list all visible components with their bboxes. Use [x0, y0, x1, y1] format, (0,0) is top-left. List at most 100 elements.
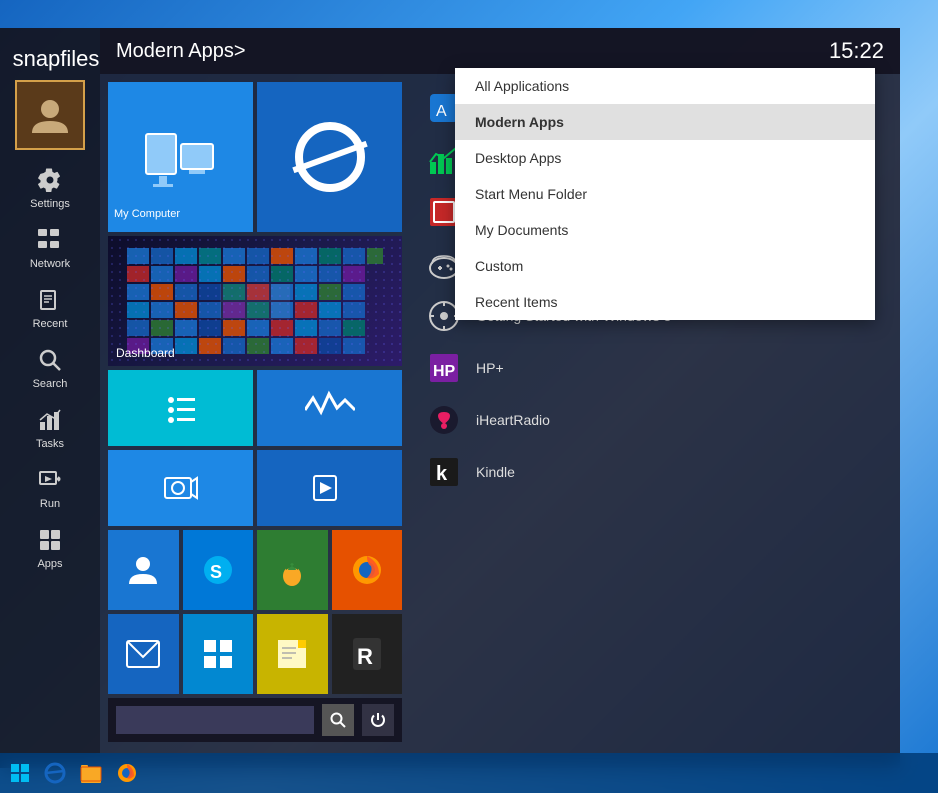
taskbar-ie-icon: [44, 762, 66, 784]
dropdown-item-all-applications[interactable]: All Applications: [455, 68, 875, 104]
tile-pineapple[interactable]: [257, 530, 328, 610]
my-computer-label: My Computer: [108, 204, 186, 224]
dropdown-item-start-menu-folder[interactable]: Start Menu Folder: [455, 176, 875, 212]
app-title: snapfiles: [1, 36, 100, 72]
my-computer-tile-group: My Computer: [108, 82, 402, 232]
search-input[interactable]: [116, 706, 314, 734]
tile-skype[interactable]: S: [183, 530, 254, 610]
tile-rimage[interactable]: R: [332, 614, 403, 694]
dropdown-item-custom[interactable]: Custom: [455, 248, 875, 284]
dropdown-item-my-documents[interactable]: My Documents: [455, 212, 875, 248]
sidebar-item-search[interactable]: Search: [0, 336, 100, 396]
recent-label: Recent: [33, 318, 68, 330]
taskbar: [0, 753, 938, 793]
people-icon: [127, 554, 159, 586]
taskbar-explorer[interactable]: [74, 756, 108, 790]
taskbar-start[interactable]: [4, 756, 36, 790]
recent-icon: [36, 286, 64, 314]
power-icon: [369, 711, 387, 729]
taskbar-explorer-icon: [80, 762, 102, 784]
firefox-icon: [349, 552, 385, 588]
dropdown-item-recent-items[interactable]: Recent Items: [455, 284, 875, 320]
search-button[interactable]: [322, 704, 354, 736]
app-item-kindle[interactable]: k Kindle: [410, 446, 900, 498]
sidebar-item-settings[interactable]: Settings: [0, 156, 100, 216]
clock: 15:22: [829, 38, 884, 64]
tile-row-1: [108, 370, 402, 446]
svg-text:A: A: [436, 103, 447, 120]
network-label: Network: [30, 258, 70, 270]
svg-text:R: R: [357, 644, 373, 669]
video-icon: [312, 470, 348, 506]
kindle-icon: k: [426, 454, 462, 490]
dropdown-item-modern-apps[interactable]: Modern Apps: [455, 104, 875, 140]
hp-plus-name: HP+: [476, 360, 504, 376]
run-label: Run: [40, 498, 60, 510]
power-button[interactable]: [362, 704, 394, 736]
app-item-iheartradio[interactable]: iHeartRadio: [410, 394, 900, 446]
sidebar: snapfiles Settings: [0, 28, 100, 768]
sidebar-item-apps[interactable]: Apps: [0, 516, 100, 576]
dropdown-menu: All Applications Modern Apps Desktop App…: [455, 68, 875, 320]
run-icon: [36, 466, 64, 494]
apps-label: Apps: [37, 558, 62, 570]
apps-icon: [36, 526, 64, 554]
rimage-icon: R: [351, 636, 383, 672]
svg-text:k: k: [436, 463, 448, 485]
sidebar-item-tasks[interactable]: Tasks: [0, 396, 100, 456]
hp-plus-icon: HP: [426, 350, 462, 386]
windows-start-icon: [10, 763, 30, 783]
svg-text:S: S: [210, 562, 222, 582]
wave-icon: [305, 390, 355, 426]
sidebar-item-recent[interactable]: Recent: [0, 276, 100, 336]
settings-label: Settings: [30, 198, 70, 210]
tile-dashboard[interactable]: Dashboard: [108, 236, 402, 366]
grid-icon: [202, 638, 234, 670]
kindle-name: Kindle: [476, 464, 515, 480]
tasks-label: Tasks: [36, 438, 64, 450]
sidebar-item-network[interactable]: Network: [0, 216, 100, 276]
tile-list[interactable]: [108, 370, 253, 446]
app-item-hp-plus[interactable]: HP HP+: [410, 342, 900, 394]
sticky-notes-icon: [276, 638, 308, 670]
ie-icon: [295, 122, 365, 192]
list-icon: [163, 390, 199, 426]
tile-internet-explorer[interactable]: [257, 82, 402, 232]
tile-row-4: R: [108, 614, 402, 694]
camera-icon: [163, 470, 199, 506]
tile-my-computer[interactable]: My Computer: [108, 82, 253, 232]
tasks-icon: [36, 406, 64, 434]
header-title: Modern Apps>: [116, 40, 246, 63]
iheartradio-name: iHeartRadio: [476, 412, 550, 428]
network-icon: [36, 226, 64, 254]
search-button-icon: [330, 712, 346, 728]
tile-wave[interactable]: [257, 370, 402, 446]
tile-people[interactable]: [108, 530, 179, 610]
taskbar-firefox[interactable]: [110, 756, 144, 790]
tiles-area: My Computer: [100, 74, 410, 768]
tile-video[interactable]: [257, 450, 402, 526]
user-avatar[interactable]: [15, 80, 85, 150]
dropdown-item-desktop-apps[interactable]: Desktop Apps: [455, 140, 875, 176]
tile-camera[interactable]: [108, 450, 253, 526]
pineapple-icon: [274, 552, 310, 588]
tile-grid[interactable]: [183, 614, 254, 694]
tile-row-2: [108, 450, 402, 526]
tile-row-3: S: [108, 530, 402, 610]
user-icon: [30, 95, 70, 135]
settings-icon: [36, 166, 64, 194]
tile-firefox[interactable]: [332, 530, 403, 610]
search-icon: [36, 346, 64, 374]
sidebar-item-run[interactable]: Run: [0, 456, 100, 516]
tile-mail[interactable]: [108, 614, 179, 694]
iheartradio-icon: [426, 402, 462, 438]
taskbar-ie[interactable]: [38, 756, 72, 790]
computer-icon: [141, 124, 221, 204]
skype-icon: S: [200, 552, 236, 588]
taskbar-firefox-icon: [116, 762, 138, 784]
tile-sticky-notes[interactable]: [257, 614, 328, 694]
svg-text:HP: HP: [433, 363, 456, 380]
search-label: Search: [33, 378, 68, 390]
mail-icon: [125, 639, 161, 669]
dashboard-label: Dashboard: [116, 346, 175, 360]
